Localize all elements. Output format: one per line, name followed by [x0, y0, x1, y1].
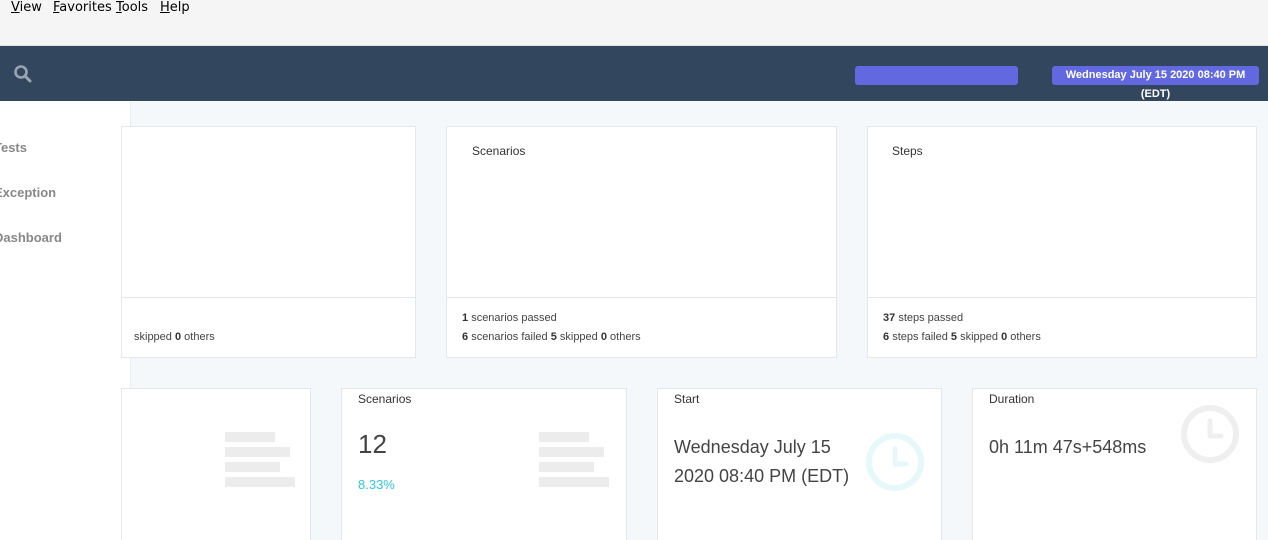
date-badge: Wednesday July 15 2020 08:40 PM (EDT) [1052, 66, 1259, 100]
placeholder-bars [539, 432, 609, 492]
menu-access-key: H [160, 0, 170, 15]
tests-card: skipped 0 others [121, 126, 416, 358]
clock-icon [866, 433, 924, 491]
steps-others-count: 0 [1001, 331, 1008, 343]
steps-card-title: Steps [892, 144, 923, 158]
scenarios-passed-text: scenarios passed [471, 312, 557, 324]
steps-passed-line: 37 steps passed [883, 312, 963, 324]
menu-access-key: V [11, 0, 20, 15]
steps-others-text: others [1010, 331, 1041, 343]
steps-skipped-text: skipped [960, 331, 999, 343]
steps-failed-line: 6 steps failed 5 skipped 0 others [883, 331, 1041, 343]
scenarios-skipped-text: skipped [559, 331, 598, 343]
steps-skipped-count: 5 [950, 331, 958, 343]
tests-others-count: 0 [174, 331, 182, 343]
menu-access-key: F [53, 0, 60, 15]
scenarios-card: Scenarios 1 scenarios passed 6 scenarios… [446, 126, 837, 358]
scenarios-failed-count: 6 [462, 331, 469, 343]
steps-failed-count: 6 [883, 331, 890, 343]
stat-duration-value: 0h 11m 47s+548ms [989, 437, 1147, 457]
menu-help[interactable]: Help [160, 0, 190, 15]
scenarios-card-footer: 1 scenarios passed 6 scenarios failed 5 … [447, 297, 836, 357]
steps-card: Steps 37 steps passed 6 steps failed 5 s… [867, 126, 1257, 358]
stat-card-scenarios: Scenarios 12 8.33% [341, 388, 627, 540]
menu-bar: View Favorites Tools Help [0, 0, 1268, 46]
scenarios-failed-line: 6 scenarios failed 5 skipped 0 others [462, 331, 641, 343]
steps-card-footer: 37 steps passed 6 steps failed 5 skipped… [868, 297, 1256, 357]
sidebar-item-exception[interactable]: Exception [0, 185, 56, 200]
placeholder-bars [225, 432, 295, 492]
search-icon[interactable] [13, 64, 33, 84]
stat-card-tests [121, 388, 311, 540]
stat-start-title: Start [674, 392, 700, 406]
stat-card-duration: Duration 0h 11m 47s+548ms [972, 388, 1257, 540]
menu-tools[interactable]: Tools [116, 0, 148, 15]
sidebar-item-dashboard[interactable]: Dashboard [0, 230, 62, 245]
stat-scenarios-value: 12 [358, 429, 387, 459]
sidebar: Tests Exception Dashboard [0, 101, 131, 540]
tests-summary-line: skipped 0 others [134, 331, 215, 343]
stat-duration-title: Duration [989, 392, 1035, 406]
clock-icon [1181, 405, 1239, 463]
scenarios-passed-count: 1 [462, 312, 469, 324]
scenarios-others-text: others [610, 331, 641, 343]
steps-passed-text: steps passed [898, 312, 964, 324]
menu-view[interactable]: View [11, 0, 42, 15]
scenarios-passed-line: 1 scenarios passed [462, 312, 557, 324]
stat-card-start: Start Wednesday July 15 2020 08:40 PM (E… [657, 388, 942, 540]
tests-card-footer: skipped 0 others [122, 297, 415, 357]
scenarios-card-title: Scenarios [472, 144, 526, 158]
scenarios-skipped-count: 5 [550, 331, 557, 343]
menu-access-key: T [116, 0, 122, 15]
scenarios-failed-text: scenarios failed [471, 331, 548, 343]
stat-scenarios-percent: 8.33% [358, 477, 395, 492]
menu-favorites[interactable]: Favorites [53, 0, 112, 15]
sidebar-item-tests[interactable]: Tests [0, 140, 27, 155]
stat-start-value: Wednesday July 15 2020 08:40 PM (EDT) [674, 437, 850, 486]
steps-failed-text: steps failed [892, 331, 948, 343]
stat-scenarios-title: Scenarios [358, 392, 412, 406]
main-content: skipped 0 others Scenarios 1 scenarios p… [121, 101, 1268, 540]
tests-others-text: others [184, 331, 215, 343]
steps-passed-count: 37 [883, 312, 896, 324]
nav-button[interactable] [855, 66, 1018, 85]
scenarios-others-count: 0 [600, 331, 607, 343]
tests-skipped-text: skipped [134, 331, 172, 343]
